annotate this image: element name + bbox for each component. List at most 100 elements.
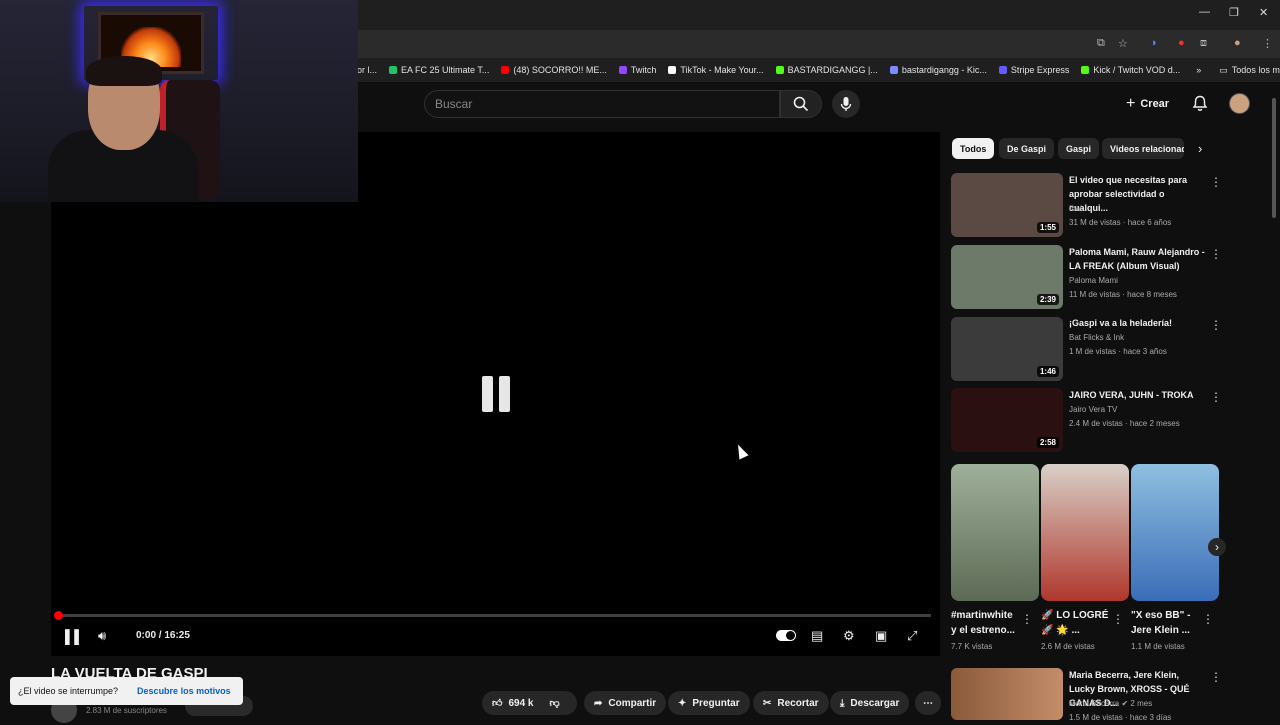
restore-icon[interactable]: ❐	[1229, 6, 1239, 19]
toast-link[interactable]: Descubre los motivos	[137, 686, 231, 696]
webcam-overlay	[0, 0, 358, 202]
video-thumbnail[interactable]: 2:39	[951, 245, 1063, 309]
chip-from-gaspi[interactable]: De Gaspi	[999, 138, 1055, 159]
like-dislike-group: 👍︎ 694 k 👎︎	[482, 691, 577, 715]
voice-search-button[interactable]	[832, 90, 860, 118]
video-thumbnail[interactable]	[951, 668, 1063, 720]
bookmark-label: TikTok - Make Your...	[680, 65, 764, 75]
bookmark-item[interactable]: BASTARDIGANGG |...	[775, 65, 878, 75]
puzzle-icon[interactable]: ⧈	[1200, 37, 1207, 50]
bookmark-item[interactable]: EA FC 25 Ultimate T...	[389, 65, 489, 75]
bookmark-item[interactable]: Stripe Express	[998, 65, 1070, 75]
miniplayer-icon[interactable]: ▣	[875, 628, 887, 644]
short-thumbnail[interactable]	[951, 464, 1039, 601]
streamer-hair	[86, 56, 162, 86]
notifications-button[interactable]	[1192, 95, 1208, 117]
duration-badge: 1:55	[1036, 222, 1059, 233]
duration-badge: 1:46	[1036, 366, 1059, 377]
channel-name[interactable]: Ibai	[1069, 202, 1082, 216]
kebab-menu-icon[interactable]: ⋮	[1210, 175, 1222, 189]
more-bookmarks-icon[interactable]: »	[1196, 65, 1201, 75]
page-scrollbar[interactable]	[1272, 98, 1276, 218]
video-title-link[interactable]: JAIRO VERA, JUHN - TROKA	[1069, 388, 1205, 402]
minimize-icon[interactable]: —	[1199, 6, 1210, 18]
menu-dots-icon[interactable]: ⋮	[1262, 37, 1273, 50]
channel-name[interactable]: Paloma Mami	[1069, 274, 1118, 288]
ask-label: Preguntar	[692, 697, 740, 709]
bookmark-item[interactable]: Kick / Twitch VOD d...	[1081, 65, 1180, 75]
all-bookmarks-folder[interactable]: ▭Todos los marcadores	[1219, 65, 1280, 76]
ask-button[interactable]: ✦ Preguntar	[668, 691, 750, 715]
short-title[interactable]: "X eso BB" - Jere Klein ...	[1131, 608, 1201, 638]
chip-related[interactable]: Videos relacionad	[1102, 138, 1184, 159]
install-icon[interactable]: ⧉	[1097, 37, 1105, 50]
bookmark-label: Stripe Express	[1010, 65, 1070, 75]
short-thumbnail[interactable]	[1131, 464, 1219, 601]
kebab-menu-icon[interactable]: ⋮	[1210, 390, 1222, 404]
bookmark-favicon-icon	[389, 66, 398, 74]
close-icon[interactable]: ✕	[1259, 6, 1268, 19]
volume-icon[interactable]: 🔊︎	[98, 628, 106, 644]
channel-name-text: Maria Becerra	[1069, 699, 1120, 708]
kebab-menu-icon[interactable]: ⋮	[1112, 612, 1124, 626]
extension-badge-icon[interactable]: ●	[1178, 37, 1185, 49]
short-title[interactable]: 🚀 LO LOGRÉ 🚀 🌟 ...	[1041, 608, 1111, 638]
channel-name[interactable]: Maria Becerra ✔ 2 mes	[1069, 697, 1152, 711]
bookmark-item[interactable]: TikTok - Make Your...	[668, 65, 764, 75]
shorts-next-icon[interactable]: ›	[1208, 538, 1226, 556]
video-title-link[interactable]: ¡Gaspi va a la heladería!	[1069, 316, 1205, 330]
plus-icon: +	[1126, 95, 1136, 112]
autoplay-toggle[interactable]	[776, 630, 796, 641]
microphone-icon	[840, 97, 852, 111]
video-thumbnail[interactable]: 2:58	[951, 388, 1063, 452]
subtitles-icon[interactable]: ▤	[811, 628, 823, 644]
download-button[interactable]: ⤓ Descargar	[830, 691, 910, 715]
kebab-menu-icon[interactable]: ⋮	[1210, 247, 1222, 261]
short-thumbnail[interactable]	[1041, 464, 1129, 601]
more-icon: ⋯	[923, 697, 933, 709]
kebab-menu-icon[interactable]: ⋮	[1202, 612, 1214, 626]
channel-name[interactable]: Jairo Vera TV	[1069, 403, 1117, 417]
settings-icon[interactable]: ⚙	[843, 628, 855, 644]
chevron-right-icon[interactable]: ›	[1198, 141, 1202, 156]
bookmark-item[interactable]: (48) SOCORRO!! ME...	[501, 65, 607, 75]
profile-icon[interactable]: ●	[1234, 37, 1241, 49]
extension-icon[interactable]: ◗	[1151, 37, 1158, 49]
video-thumbnail[interactable]: 1:46	[951, 317, 1063, 381]
bookmark-item[interactable]: Twitch	[618, 65, 656, 75]
fullscreen-icon[interactable]: ⤢	[907, 628, 917, 644]
folder-icon: ▭	[1219, 64, 1228, 75]
progress-bar[interactable]	[59, 614, 931, 617]
avatar[interactable]	[1229, 93, 1250, 114]
dislike-icon[interactable]: 👎︎	[549, 697, 559, 709]
kebab-menu-icon[interactable]: ⋮	[1210, 670, 1222, 684]
channel-name[interactable]: Bat Flicks & Ink	[1069, 331, 1124, 345]
video-title-link[interactable]: El video que necesitas para aprobar sele…	[1069, 173, 1205, 215]
bookmark-item[interactable]: bastardigangg - Kic...	[889, 65, 987, 75]
pause-indicator-icon	[482, 376, 510, 412]
short-title[interactable]: #martinwhite y el estreno...	[951, 608, 1021, 638]
video-player[interactable]: ▌▌ 🔊︎ 0:00 / 16:25 ▤ ⚙ ▣ ⤢	[51, 132, 940, 656]
like-button[interactable]: 👍︎ 694 k	[492, 697, 534, 710]
search-input[interactable]: Buscar	[424, 90, 780, 118]
kebab-menu-icon[interactable]: ⋮	[1210, 318, 1222, 332]
duration-badge: 2:58	[1036, 437, 1059, 448]
browser-address-bar[interactable]	[350, 30, 1280, 58]
kebab-menu-icon[interactable]: ⋮	[1021, 612, 1033, 626]
chip-all[interactable]: Todos	[952, 138, 995, 159]
like-count: 694 k	[508, 697, 534, 709]
video-title-link[interactable]: Paloma Mami, Rauw Alejandro - LA FREAK (…	[1069, 245, 1205, 273]
create-button[interactable]: + Crear	[1126, 92, 1169, 116]
star-icon[interactable]: ☆	[1118, 37, 1128, 50]
tiktok-icon	[668, 66, 677, 74]
chip-gaspi[interactable]: Gaspi	[1058, 138, 1100, 159]
progress-scrubber[interactable]	[54, 611, 63, 620]
video-thumbnail[interactable]: 1:55	[951, 173, 1063, 237]
clip-button[interactable]: ✂ Recortar	[753, 691, 829, 715]
search-button[interactable]	[780, 90, 822, 118]
download-label: Descargar	[850, 697, 900, 709]
share-button[interactable]: ➦ Compartir	[584, 691, 667, 715]
pause-button[interactable]: ▌▌	[65, 629, 83, 644]
playback-issue-toast: ¿El video se interrumpe? Descubre los mo…	[10, 677, 243, 705]
more-actions-button[interactable]: ⋯	[915, 691, 941, 715]
